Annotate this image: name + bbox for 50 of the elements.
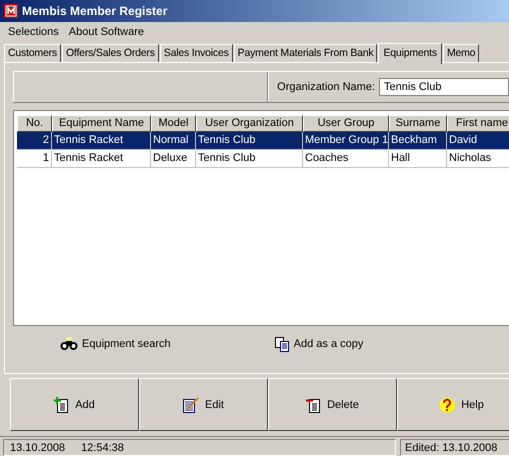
table-cell: Hall — [389, 150, 447, 168]
column-header[interactable]: No. — [17, 115, 52, 132]
edit-button[interactable]: Edit — [139, 378, 268, 431]
help-button[interactable]: Help — [397, 378, 509, 431]
tab[interactable]: Payment Materials From Bank — [234, 44, 378, 62]
remove-document-icon — [306, 396, 322, 412]
table-cell: Tennis Racket — [52, 150, 151, 168]
edit-document-icon — [183, 396, 200, 412]
menu-item[interactable]: About Software — [68, 26, 144, 38]
table-row[interactable]: 2 Tennis Racket Normal Tennis Club Member Group 1 Beckham David — [17, 132, 509, 150]
new-document-icon — [54, 396, 70, 412]
table-cell: Member Group 1 — [303, 132, 389, 150]
table-cell: Coaches — [303, 150, 389, 168]
window-title: Membis Member Register — [22, 4, 168, 18]
table-cell: Nicholas — [447, 150, 509, 168]
column-header[interactable]: Equipment Name — [52, 115, 151, 132]
add-button[interactable]: Add — [10, 378, 139, 431]
table-cell: Beckham — [389, 132, 447, 150]
organization-name-label: Organization Name: — [277, 81, 375, 93]
table-cell: Deluxe — [151, 150, 196, 168]
tab[interactable]: Customers — [4, 44, 61, 62]
table-cell: Tennis Club — [196, 132, 303, 150]
organization-name-field[interactable]: Tennis Club — [379, 78, 509, 96]
column-header[interactable]: User Group — [303, 115, 389, 132]
table-cell: David — [447, 132, 509, 150]
column-header[interactable]: Surname — [389, 115, 447, 132]
table-row[interactable]: 1 Tennis Racket Deluxe Tennis Club Coaches Hall Nicholas — [17, 150, 509, 168]
table-cell: Normal — [151, 132, 196, 150]
delete-button[interactable]: Delete — [268, 378, 397, 431]
action-link[interactable]: Equipment search — [60, 337, 171, 351]
table-cell: Tennis Club — [196, 150, 303, 168]
status-date: 13.10.2008 — [10, 442, 66, 454]
tab[interactable]: Memo — [442, 44, 480, 62]
table-cell: 2 — [17, 132, 52, 150]
table-cell: 1 — [17, 150, 52, 168]
copy-documents-icon — [274, 336, 290, 352]
tab[interactable]: Sales Invoices — [160, 44, 233, 62]
tab[interactable]: Equipments — [378, 43, 442, 64]
table-cell: Tennis Racket — [52, 132, 151, 150]
app-logo-icon — [4, 4, 18, 18]
status-time: 12:54:38 — [81, 442, 124, 454]
tab[interactable]: Offers/Sales Orders — [62, 44, 159, 62]
menu-item[interactable]: Selections — [8, 26, 59, 38]
column-header[interactable]: First name — [447, 115, 509, 132]
help-icon — [439, 396, 456, 412]
edited-status: Edited: 13.10.2008 — [400, 439, 509, 456]
binoculars-icon — [60, 337, 78, 351]
column-header[interactable]: User Organization — [196, 115, 303, 132]
action-link[interactable]: Add as a copy — [274, 336, 364, 352]
column-header[interactable]: Model — [151, 115, 196, 132]
